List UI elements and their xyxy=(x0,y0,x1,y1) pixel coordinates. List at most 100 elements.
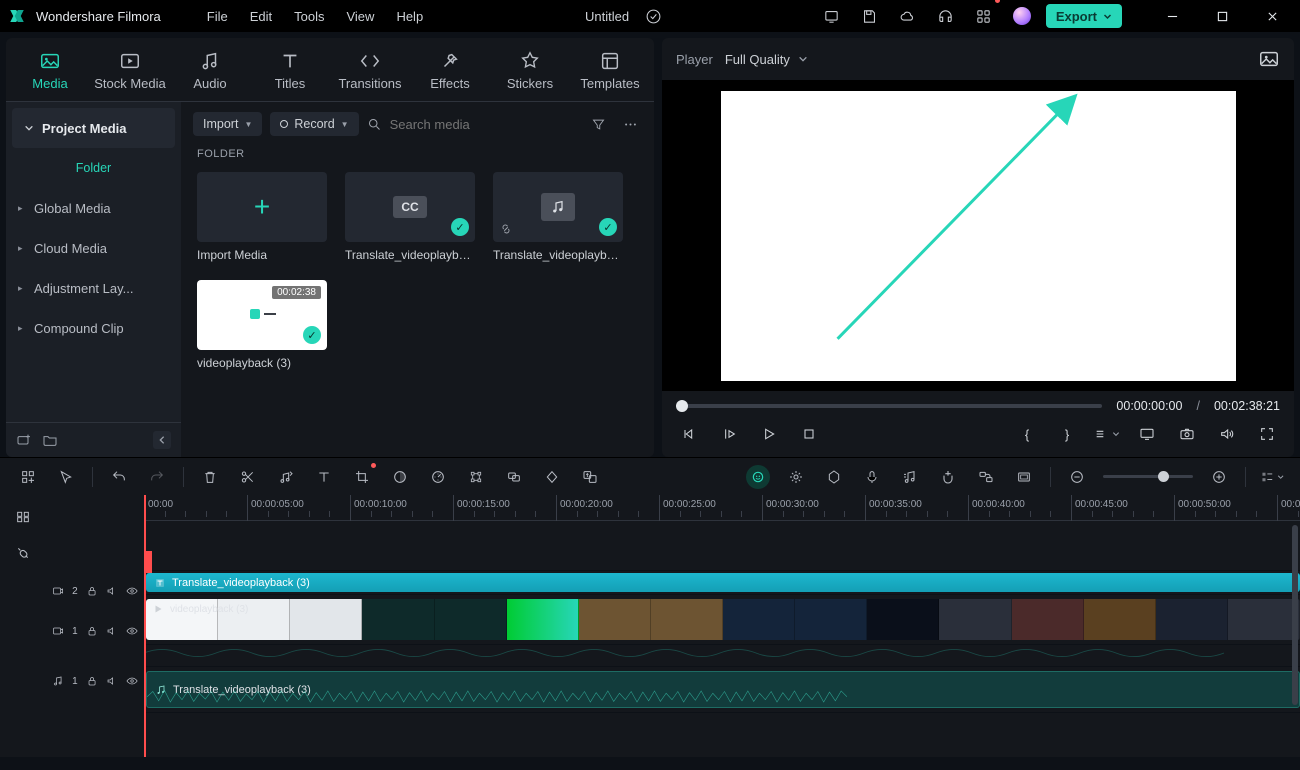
tab-templates[interactable]: Templates xyxy=(570,44,650,101)
cloud-button[interactable] xyxy=(894,0,922,32)
track-head-v2[interactable]: 2 xyxy=(46,571,144,611)
auto-ripple-button[interactable] xyxy=(11,541,35,565)
timeline-ruler[interactable]: 00:0000:00:05:0000:00:10:0000:00:15:0000… xyxy=(144,495,1300,521)
audio-track-lane[interactable]: Translate_videoplayback (3) xyxy=(144,667,1300,713)
fullscreen-button[interactable] xyxy=(1254,421,1280,447)
import-dropdown[interactable]: Import▼ xyxy=(193,112,262,136)
split-button[interactable] xyxy=(236,465,260,489)
sidebar-collapse-button[interactable] xyxy=(153,431,171,449)
scrubber-handle[interactable] xyxy=(676,400,688,412)
lock-icon[interactable] xyxy=(86,584,98,598)
snapshot-button[interactable] xyxy=(1258,48,1280,70)
text-track-lane[interactable]: Translate_videoplayback (3) xyxy=(144,571,1300,595)
sidebar-item-cloud-media[interactable]: ▸Cloud Media xyxy=(6,228,181,268)
menu-file[interactable]: File xyxy=(201,5,234,28)
sidebar-heading-project-media[interactable]: Project Media xyxy=(12,108,175,148)
play-button[interactable] xyxy=(756,421,782,447)
window-minimize-button[interactable] xyxy=(1152,0,1192,32)
player-viewport[interactable] xyxy=(662,80,1294,391)
delete-button[interactable] xyxy=(198,465,222,489)
select-tool-button[interactable] xyxy=(54,465,78,489)
voiceover-button[interactable] xyxy=(860,465,884,489)
text-clip[interactable]: Translate_videoplayback (3) xyxy=(146,573,1300,592)
timeline-lanes[interactable]: 00:0000:00:05:0000:00:10:0000:00:15:0000… xyxy=(144,495,1300,757)
safe-zone-button[interactable] xyxy=(1012,465,1036,489)
undo-button[interactable] xyxy=(107,465,131,489)
crop-button[interactable] xyxy=(350,465,374,489)
more-button[interactable] xyxy=(618,112,642,136)
link-tracks-button[interactable] xyxy=(974,465,998,489)
translate-button[interactable] xyxy=(578,465,602,489)
apps-button[interactable] xyxy=(970,0,998,32)
color-wheel-button[interactable] xyxy=(784,465,808,489)
sidebar-folder-row[interactable]: Folder xyxy=(6,148,181,188)
mute-icon[interactable] xyxy=(106,624,118,638)
keyframe-align-button[interactable] xyxy=(464,465,488,489)
new-folder-icon[interactable] xyxy=(42,432,58,448)
zoom-out-button[interactable] xyxy=(1065,465,1089,489)
tab-effects[interactable]: Effects xyxy=(410,44,490,101)
search-box[interactable] xyxy=(367,116,578,133)
group-button[interactable] xyxy=(502,465,526,489)
menu-tools[interactable]: Tools xyxy=(288,5,330,28)
zoom-in-button[interactable] xyxy=(1207,465,1231,489)
record-dropdown[interactable]: Record▼ xyxy=(270,112,358,136)
color-button[interactable] xyxy=(388,465,412,489)
stop-button[interactable] xyxy=(796,421,822,447)
eye-icon[interactable] xyxy=(126,584,138,598)
player-quality-dropdown[interactable]: Full Quality xyxy=(725,52,808,67)
audio-stretch-button[interactable] xyxy=(274,465,298,489)
export-button[interactable]: Export xyxy=(1046,4,1122,28)
menu-edit[interactable]: Edit xyxy=(244,5,278,28)
tab-stickers[interactable]: Stickers xyxy=(490,44,570,101)
track-head-v1[interactable]: 1 xyxy=(46,611,144,651)
menu-view[interactable]: View xyxy=(340,5,380,28)
volume-button[interactable] xyxy=(1214,421,1240,447)
mark-in-button[interactable]: { xyxy=(1014,421,1040,447)
eye-icon[interactable] xyxy=(126,624,138,638)
sidebar-item-adjustment-layer[interactable]: ▸Adjustment Lay... xyxy=(6,268,181,308)
media-item-videoplayback[interactable]: 00:02:38 ✓ videoplayback (3) xyxy=(197,280,327,370)
tab-titles[interactable]: Titles xyxy=(250,44,330,101)
new-folder-plus-icon[interactable] xyxy=(16,432,32,448)
audio-mix-button[interactable] xyxy=(898,465,922,489)
tab-transitions[interactable]: Transitions xyxy=(330,44,410,101)
take-snapshot-button[interactable] xyxy=(1174,421,1200,447)
import-media-tile[interactable]: + Import Media xyxy=(197,172,327,262)
zoom-slider-handle[interactable] xyxy=(1158,471,1169,482)
player-scrubber[interactable] xyxy=(676,404,1102,408)
video-audio-sub-lane[interactable] xyxy=(144,645,1300,667)
text-tool-button[interactable] xyxy=(312,465,336,489)
eye-icon[interactable] xyxy=(126,674,138,688)
tab-stock-media[interactable]: Stock Media xyxy=(90,44,170,101)
media-item-translate-audio[interactable]: ✓ Translate_videoplayba... xyxy=(493,172,623,262)
support-button[interactable] xyxy=(932,0,960,32)
empty-lane[interactable] xyxy=(144,521,1300,571)
ai-tools-button[interactable] xyxy=(16,465,40,489)
render-mode-button[interactable] xyxy=(1094,421,1120,447)
ai-highlight-button[interactable] xyxy=(746,465,770,489)
magnet-button[interactable] xyxy=(936,465,960,489)
timeline-view-button[interactable] xyxy=(1260,465,1284,489)
device-preview-button[interactable] xyxy=(818,0,846,32)
video-clip[interactable]: videoplayback (3) xyxy=(146,599,1300,640)
filter-button[interactable] xyxy=(586,112,610,136)
tab-media[interactable]: Media xyxy=(10,44,90,101)
play-pause-button[interactable] xyxy=(716,421,742,447)
zoom-slider[interactable] xyxy=(1103,475,1193,478)
video-track-lane[interactable]: videoplayback (3) xyxy=(144,595,1300,645)
lock-icon[interactable] xyxy=(86,624,98,638)
account-avatar[interactable] xyxy=(1008,0,1036,32)
mute-icon[interactable] xyxy=(106,584,118,598)
keyframe-button[interactable] xyxy=(540,465,564,489)
audio-clip[interactable]: Translate_videoplayback (3) xyxy=(146,671,1300,708)
menu-help[interactable]: Help xyxy=(390,5,429,28)
mute-icon[interactable] xyxy=(106,674,118,688)
redo-button[interactable] xyxy=(145,465,169,489)
speed-button[interactable] xyxy=(426,465,450,489)
timeline-vertical-scrollbar[interactable] xyxy=(1292,525,1298,705)
track-head-a1[interactable]: 1 xyxy=(46,651,144,711)
tab-audio[interactable]: Audio xyxy=(170,44,250,101)
media-item-translate-cc[interactable]: CC✓ Translate_videoplayba... xyxy=(345,172,475,262)
window-close-button[interactable] xyxy=(1252,0,1292,32)
